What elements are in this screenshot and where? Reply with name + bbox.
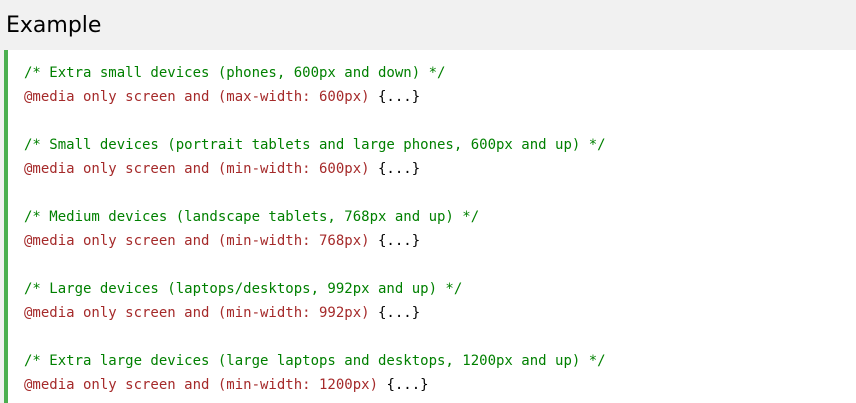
- example-panel: Example /* Extra small devices (phones, …: [0, 0, 856, 403]
- example-title: Example: [6, 12, 102, 38]
- code-comment: /* Large devices (laptops/desktops, 992p…: [24, 281, 463, 297]
- code-block: /* Extra small devices (phones, 600px an…: [24, 61, 856, 109]
- code-comment: /* Extra small devices (phones, 600px an…: [24, 65, 446, 81]
- code-line: @media only screen and (max-width: 600px…: [24, 85, 856, 109]
- code-line: @media only screen and (min-width: 1200p…: [24, 373, 856, 397]
- media-query: @media only screen and (min-width: 600px…: [24, 161, 370, 177]
- example-header: Example: [0, 0, 856, 50]
- code-block: /* Large devices (laptops/desktops, 992p…: [24, 277, 856, 325]
- code-block: /* Small devices (portrait tablets and l…: [24, 133, 856, 181]
- media-query: @media only screen and (min-width: 1200p…: [24, 377, 379, 393]
- code-braces: {...}: [369, 233, 421, 249]
- code-line: @media only screen and (min-width: 768px…: [24, 229, 856, 253]
- code-braces: {...}: [369, 89, 421, 105]
- code-braces: {...}: [378, 377, 429, 393]
- code-line: @media only screen and (min-width: 992px…: [24, 301, 856, 325]
- code-braces: {...}: [369, 305, 421, 321]
- media-query: @media only screen and (min-width: 768px…: [24, 233, 370, 249]
- code-comment: /* Small devices (portrait tablets and l…: [24, 137, 606, 153]
- code-comment: /* Medium devices (landscape tablets, 76…: [24, 209, 480, 225]
- code-block: /* Medium devices (landscape tablets, 76…: [24, 205, 856, 253]
- code-line: @media only screen and (min-width: 600px…: [24, 157, 856, 181]
- code-example-box: /* Extra small devices (phones, 600px an…: [4, 50, 856, 403]
- media-query: @media only screen and (min-width: 992px…: [24, 305, 370, 321]
- code-block: /* Extra large devices (large laptops an…: [24, 349, 856, 397]
- media-query: @media only screen and (max-width: 600px…: [24, 89, 370, 105]
- code-comment: /* Extra large devices (large laptops an…: [24, 353, 606, 369]
- code-braces: {...}: [369, 161, 421, 177]
